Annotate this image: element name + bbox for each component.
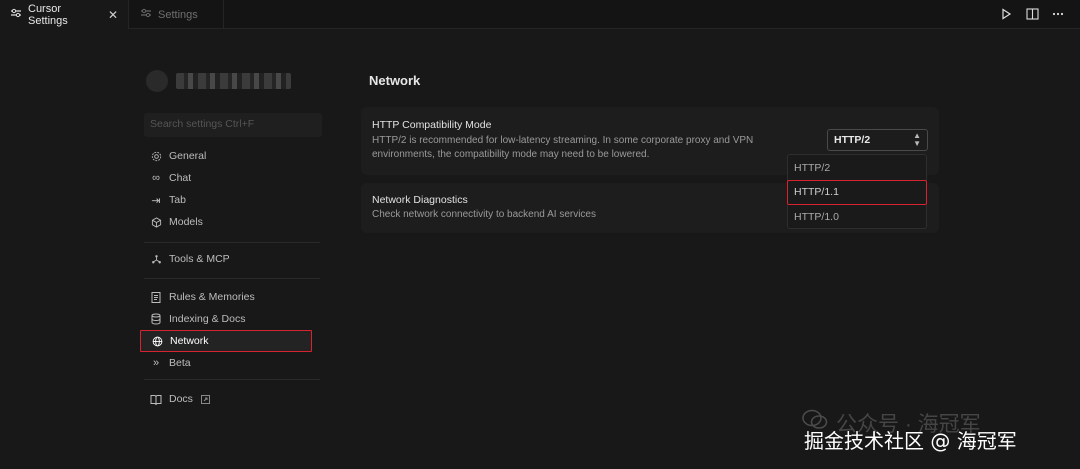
nav-group-context: Rules & Memories Indexing & Docs Network…	[140, 286, 320, 374]
highlight-box	[787, 180, 927, 205]
globe-icon	[151, 335, 163, 347]
sidebar-item-docs[interactable]: Docs	[140, 388, 320, 410]
http-mode-select[interactable]: HTTP/2 ▲ ▼	[827, 129, 928, 151]
sidebar-item-network[interactable]: Network	[140, 330, 312, 352]
tab-cursor-settings[interactable]: Cursor Settings ✕	[0, 0, 129, 29]
sidebar-item-label: Docs	[169, 393, 193, 405]
setting-description: HTTP/2 is recommended for low-latency st…	[372, 135, 754, 160]
gear-icon	[150, 150, 162, 162]
book-icon	[150, 393, 162, 405]
tab-label: Settings	[158, 8, 198, 21]
sidebar-item-label: Tools & MCP	[169, 253, 230, 265]
sidebar-item-label: Tab	[169, 194, 186, 206]
database-icon	[150, 313, 162, 325]
sidebar-item-label: Models	[169, 216, 203, 228]
sidebar-item-label: Chat	[169, 172, 192, 184]
sidebar-item-label: Rules & Memories	[169, 291, 255, 303]
sidebar-item-models[interactable]: Models	[140, 211, 320, 233]
more-icon[interactable]	[1050, 6, 1066, 22]
sidebar-item-beta[interactable]: » Beta	[140, 352, 320, 374]
editor-tab-bar: Cursor Settings ✕ Settings	[0, 0, 1080, 29]
infinity-icon: ∞	[152, 172, 160, 184]
avatar	[146, 70, 168, 92]
chevrons-right-icon: »	[152, 357, 160, 369]
sidebar-item-indexing-docs[interactable]: Indexing & Docs	[140, 308, 320, 330]
sidebar-item-rules-memories[interactable]: Rules & Memories	[140, 286, 320, 308]
dropdown-option[interactable]: HTTP/1.0	[794, 211, 839, 223]
clipboard-icon	[150, 291, 162, 303]
chevron-up-down-icon: ▲ ▼	[913, 131, 921, 148]
search-input[interactable]: Search settings Ctrl+F	[144, 113, 322, 137]
sidebar-item-label: General	[169, 150, 207, 162]
sidebar-item-label: Network	[170, 335, 209, 347]
sidebar-item-label: Indexing & Docs	[169, 313, 246, 325]
page-title: Network	[369, 73, 421, 88]
nav-group-core: General ∞ Chat ⇥ Tab Models	[140, 145, 320, 233]
sidebar-item-tools-mcp[interactable]: Tools & MCP	[140, 248, 320, 270]
tab-label: Cursor Settings	[28, 2, 68, 27]
divider	[144, 242, 320, 243]
sidebar-item-general[interactable]: General	[140, 145, 320, 167]
setting-description: Check network connectivity to backend AI…	[372, 209, 596, 220]
watermark-text: 掘金技术社区 @ 海冠军	[804, 429, 1017, 453]
dropdown-option[interactable]: HTTP/2	[794, 162, 830, 174]
select-value: HTTP/2	[834, 134, 871, 146]
sidebar-item-chat[interactable]: ∞ Chat	[140, 167, 320, 189]
run-icon[interactable]	[998, 6, 1014, 22]
settings-sliders-icon	[10, 8, 22, 21]
divider	[144, 278, 320, 279]
settings-sliders-icon	[140, 8, 152, 21]
sidebar-item-tab[interactable]: ⇥ Tab	[140, 189, 320, 211]
external-link-icon	[200, 393, 212, 405]
cube-icon	[150, 216, 162, 228]
setting-title: Network Diagnostics	[372, 194, 468, 206]
split-editor-icon[interactable]	[1024, 6, 1040, 22]
nav-group-tools: Tools & MCP	[140, 248, 320, 270]
divider	[144, 379, 320, 380]
tools-icon	[150, 253, 162, 265]
profile	[146, 70, 291, 92]
setting-title: HTTP Compatibility Mode	[372, 119, 492, 131]
nav-group-docs: Docs	[140, 388, 320, 410]
tab-arrow-icon: ⇥	[151, 194, 161, 207]
close-icon[interactable]: ✕	[108, 8, 118, 22]
redacted-username	[176, 73, 291, 89]
sidebar-item-label: Beta	[169, 357, 191, 369]
tab-settings[interactable]: Settings	[130, 0, 224, 29]
